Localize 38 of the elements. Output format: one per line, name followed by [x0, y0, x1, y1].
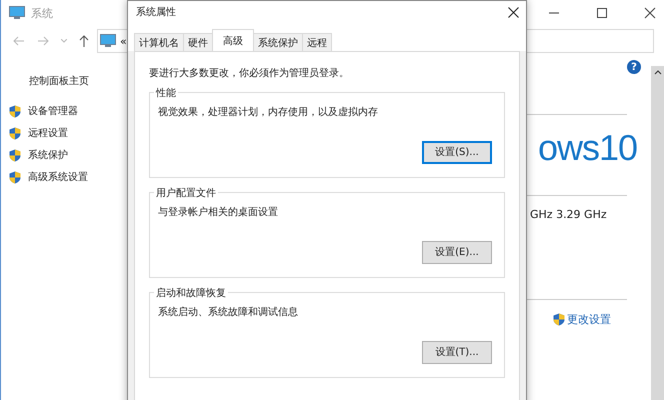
help-icon[interactable]: ? — [627, 60, 641, 74]
sidebar-link[interactable]: 高级系统设置 — [28, 170, 88, 184]
sidebar-link[interactable]: 系统保护 — [28, 148, 68, 162]
shield-icon — [553, 313, 565, 326]
monitor-icon — [100, 34, 116, 48]
monitor-icon — [9, 6, 25, 20]
change-settings-link[interactable]: 更改设置 — [567, 312, 611, 327]
windows-brand-text: ows10 — [538, 127, 637, 169]
group-title: 性能 — [154, 86, 178, 100]
tab[interactable]: 远程 — [302, 33, 332, 51]
sidebar-link[interactable]: 远程设置 — [28, 126, 68, 140]
tab[interactable]: 硬件 — [183, 33, 213, 51]
settings-button[interactable]: 设置(T)... — [422, 340, 492, 364]
settings-button[interactable]: 设置(S)... — [422, 140, 492, 164]
maximize-icon[interactable] — [596, 7, 608, 19]
admin-notice: 要进行大多数更改，你必须作为管理员登录。 — [149, 66, 350, 80]
window-title: 系统 — [31, 6, 53, 20]
processor-speed: GHz 3.29 GHz — [530, 208, 607, 221]
group-title: 用户配置文件 — [154, 186, 218, 200]
dialog-title: 系统属性 — [136, 6, 176, 19]
up-arrow-icon[interactable] — [79, 35, 89, 47]
shield-icon — [9, 148, 21, 162]
scroll-up-icon[interactable] — [654, 70, 662, 75]
close-icon[interactable] — [508, 6, 519, 18]
tab[interactable]: 系统保护 — [253, 33, 303, 51]
group-description: 与登录帐户相关的桌面设置 — [158, 206, 279, 219]
tab[interactable]: 计算机名 — [134, 33, 184, 51]
close-icon[interactable] — [644, 7, 656, 19]
shield-icon — [9, 126, 21, 140]
sidebar-link[interactable]: 设备管理器 — [28, 104, 78, 118]
shield-icon — [9, 104, 21, 118]
group-description: 系统启动、系统故障和调试信息 — [158, 306, 299, 319]
scrollbar[interactable] — [651, 66, 664, 400]
group-title: 启动和故障恢复 — [154, 286, 228, 300]
shield-icon — [9, 170, 21, 184]
settings-button[interactable]: 设置(E)... — [422, 240, 492, 264]
group-description: 视觉效果，处理器计划，内存使用，以及虚拟内存 — [158, 106, 379, 119]
breadcrumb-chevron[interactable]: « — [120, 34, 127, 48]
